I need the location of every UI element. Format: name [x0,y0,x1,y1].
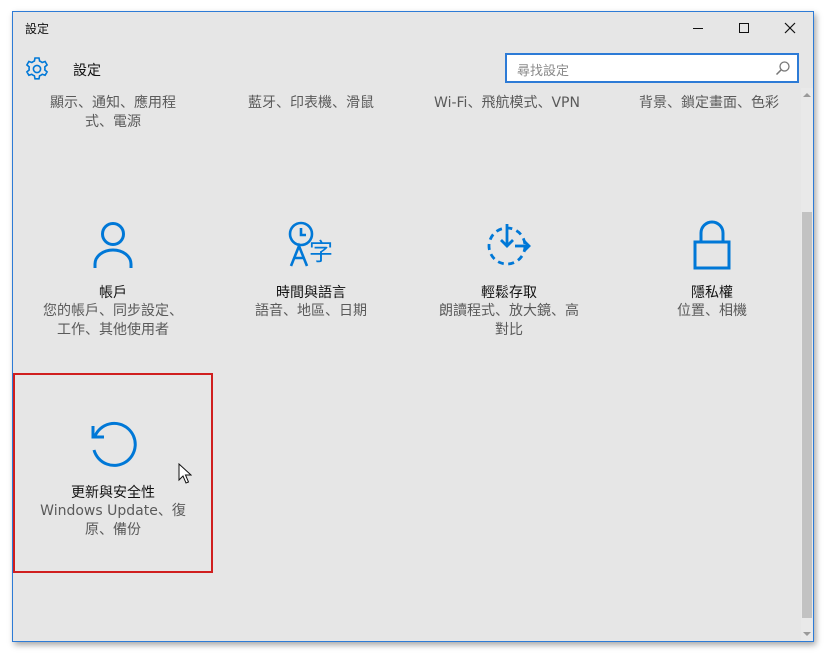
person-icon [93,222,133,268]
scrollbar-thumb[interactable] [802,212,812,618]
tile-privacy[interactable]: 隱私權 位置、相機 [614,180,810,376]
category-desc-line1: 藍牙、印表機、滑鼠 [248,95,374,111]
tile-title: 輕鬆存取 [481,285,537,301]
lock-icon [693,220,731,270]
search-icon[interactable] [775,60,791,76]
search-placeholder: 尋找設定 [517,64,570,79]
tile-description: 朗讀程式、放大鏡、高 對比 [419,302,599,340]
scroll-up-icon[interactable] [801,90,813,100]
ease-of-access-icon [487,224,531,266]
tile-description: 您的帳戶、同步設定、 工作、其他使用者 [23,302,203,340]
search-input[interactable]: 尋找設定 [505,53,799,83]
category-system[interactable]: 顯示、通知、應用程 式、電源 [13,94,213,132]
page-title: 設定 [73,63,101,79]
tile-desc-line2: 工作、其他使用者 [57,322,169,338]
mouse-cursor-icon [178,463,192,484]
tile-accounts[interactable]: 帳戶 您的帳戶、同步設定、 工作、其他使用者 [15,180,211,376]
maximize-button[interactable] [721,12,767,44]
tile-desc-line1: 您的帳戶、同步設定、 [43,303,183,319]
tile-title: 時間與語言 [276,285,346,301]
tile-time-language[interactable]: 字 時間與語言 語音、地區、日期 [213,180,409,376]
category-network[interactable]: Wi-Fi、飛航模式、VPN [409,94,605,113]
vertical-scrollbar[interactable] [801,88,813,641]
category-personalization[interactable]: 背景、鎖定畫面、色彩 [611,94,807,113]
settings-window: 設定 設定 尋找設定 顯示、通知、應用程 式、電源 藍牙、印表機、滑鼠 Wi-F… [12,11,814,642]
tile-title: 帳戶 [99,285,127,301]
category-desc-line1: Wi-Fi、飛航模式、VPN [434,95,580,111]
title-bar[interactable]: 設定 [13,12,813,44]
tile-desc-line1: 位置、相機 [677,303,747,319]
category-desc-line2: 式、電源 [85,114,141,130]
tile-title: 隱私權 [691,285,733,301]
close-icon [784,22,796,34]
tile-description: 位置、相機 [622,302,802,321]
tile-description: 語音、地區、日期 [221,302,401,321]
category-desc-line1: 背景、鎖定畫面、色彩 [639,95,779,111]
tile-desc-line2: 對比 [495,322,523,338]
scroll-down-icon[interactable] [801,629,813,639]
minimize-icon [693,28,703,29]
maximize-icon [739,23,749,33]
time-language-icon: 字 [288,221,333,267]
window-title: 設定 [25,22,50,36]
tile-ease-of-access[interactable]: 輕鬆存取 朗讀程式、放大鏡、高 對比 [411,180,607,376]
minimize-button[interactable] [675,12,721,44]
language-glyph: 字 [309,238,333,266]
gear-icon [25,57,49,80]
tile-desc-line1: 朗讀程式、放大鏡、高 [439,303,579,319]
close-button[interactable] [767,12,813,44]
category-desc-line1: 顯示、通知、應用程 [50,95,176,111]
category-devices[interactable]: 藍牙、印表機、滑鼠 [213,94,409,113]
tile-desc-line1: 語音、地區、日期 [255,303,367,319]
category-row-partial: 顯示、通知、應用程 式、電源 藍牙、印表機、滑鼠 Wi-Fi、飛航模式、VPN … [13,94,801,154]
